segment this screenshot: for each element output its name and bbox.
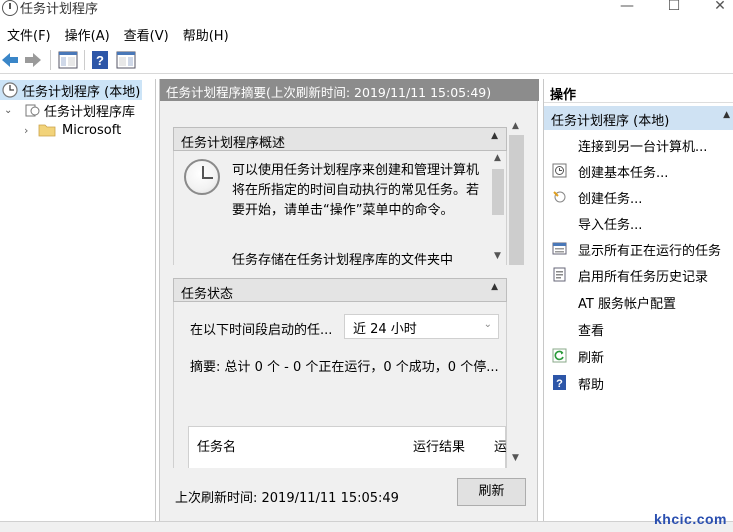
action-label: 创建任务... — [578, 192, 643, 207]
actions-group-header[interactable]: 任务计划程序 (本地) ▲ — [544, 106, 733, 130]
console-tree: 任务计划程序 (本地) ⌄ 任务计划程序库 › Microsoft — [0, 79, 156, 521]
overview-text: 可以使用任务计划程序来创建和管理计算机将在所指定的时间自动执行的常见任务。若要开… — [232, 163, 480, 218]
actions-title: 操作 — [544, 81, 733, 103]
scrollbar-thumb[interactable] — [492, 169, 504, 215]
library-icon — [25, 104, 40, 117]
forward-arrow-icon[interactable] — [23, 50, 43, 70]
svg-text:?: ? — [96, 53, 104, 68]
actions-pane: 操作 任务计划程序 (本地) ▲ 连接到另一台计算机... 创建基本任务... … — [543, 79, 733, 521]
tree-item-label: Microsoft — [62, 122, 122, 138]
summary-header: 任务计划程序摘要(上次刷新时间: 2019/11/11 15:05:49) — [160, 79, 539, 101]
chevron-down-icon[interactable]: ⌄ — [484, 319, 492, 330]
scroll-down-icon[interactable]: ▼ — [494, 251, 501, 261]
action-label: AT 服务帐户配置 — [578, 297, 676, 312]
clock-icon — [184, 159, 220, 195]
history-icon — [553, 267, 566, 282]
clock-icon — [2, 82, 18, 98]
status-section-header[interactable]: 任务状态 ▲ — [173, 278, 507, 302]
menu-action[interactable]: 操作(A) — [58, 22, 117, 44]
action-label: 帮助 — [578, 378, 605, 393]
overview-section-title: 任务计划程序概述 — [181, 136, 286, 151]
tree-item-task-scheduler-local[interactable]: 任务计划程序 (本地) — [0, 80, 142, 100]
watermark: khcic.com — [654, 511, 727, 527]
action-label: 导入任务... — [578, 218, 643, 233]
tree-item-label: 任务计划程序 (本地) — [22, 84, 141, 100]
back-arrow-icon[interactable] — [0, 50, 20, 70]
action-refresh[interactable]: 刷新 — [544, 345, 733, 367]
period-select[interactable]: 近 24 小时 ⌄ — [344, 314, 499, 339]
chevron-down-icon[interactable]: ⌄ — [4, 105, 18, 116]
status-summary: 摘要: 总计 0 个 - 0 个正在运行，0 个成功，0 个停... — [190, 360, 499, 375]
action-label: 连接到另一台计算机... — [578, 140, 708, 155]
summary-scrollbar[interactable]: ▲ ▼ — [508, 119, 525, 469]
window-title: 任务计划程序 — [20, 2, 99, 17]
action-enable-history[interactable]: 启用所有任务历史记录 — [544, 264, 733, 286]
running-tasks-icon — [552, 242, 567, 255]
menu-bar: 文件(F) 操作(A) 查看(V) 帮助(H) — [0, 22, 733, 44]
help-icon[interactable]: ? — [90, 50, 110, 70]
status-period-label: 在以下时间段启动的任... — [190, 323, 333, 338]
menu-help[interactable]: 帮助(H) — [176, 22, 236, 44]
close-button[interactable]: ✕ — [705, 0, 733, 16]
scroll-up-icon[interactable]: ▲ — [512, 121, 519, 131]
action-label: 显示所有正在运行的任务 — [578, 244, 722, 259]
scrollbar-thumb[interactable] — [509, 135, 524, 265]
scroll-down-icon[interactable]: ▼ — [512, 453, 519, 463]
task-scheduler-clock-icon — [2, 0, 18, 16]
status-section-title: 任务状态 — [181, 287, 234, 302]
title-bar: 任务计划程序 — ☐ ✕ — [0, 0, 733, 20]
basic-task-icon — [552, 163, 567, 178]
maximize-button[interactable]: ☐ — [659, 0, 689, 16]
overview-text-more: 任务存储在任务计划程序库的文件夹中 — [232, 253, 454, 265]
svg-text:?: ? — [556, 378, 563, 390]
action-connect-computer[interactable]: 连接到另一台计算机... — [544, 134, 733, 156]
tree-item-task-library[interactable]: ⌄ 任务计划程序库 — [4, 100, 135, 120]
create-task-icon — [553, 191, 566, 203]
status-section-body: 在以下时间段启动的任... 近 24 小时 ⌄ 摘要: 总计 0 个 - 0 个… — [173, 302, 507, 468]
collapse-arrow-icon[interactable]: ▲ — [723, 110, 730, 120]
action-create-basic-task[interactable]: 创建基本任务... — [544, 160, 733, 182]
overview-section-body: 可以使用任务计划程序来创建和管理计算机将在所指定的时间自动执行的常见任务。若要开… — [173, 151, 507, 265]
action-view[interactable]: 查看 — [544, 318, 733, 340]
last-refresh-time: 上次刷新时间: 2019/11/11 15:05:49 — [175, 491, 399, 506]
summary-pane: 任务计划程序摘要(上次刷新时间: 2019/11/11 15:05:49) 任务… — [159, 79, 539, 521]
scroll-up-icon[interactable]: ▲ — [494, 153, 501, 163]
minimize-button[interactable]: — — [612, 0, 642, 16]
menu-file[interactable]: 文件(F) — [0, 22, 58, 44]
action-at-service-config[interactable]: AT 服务帐户配置 — [544, 291, 733, 313]
period-select-value: 近 24 小时 — [353, 322, 417, 337]
folder-icon — [38, 124, 56, 137]
action-label: 创建基本任务... — [578, 166, 669, 181]
collapse-arrow-icon[interactable]: ▲ — [491, 282, 498, 292]
action-import-task[interactable]: 导入任务... — [544, 212, 733, 234]
task-status-table[interactable]: 任务名 运行结果 运 — [188, 426, 506, 468]
chevron-right-icon[interactable]: › — [24, 124, 38, 137]
overview-scrollbar[interactable]: ▲ ▼ — [490, 151, 506, 265]
toolbar-separator — [84, 50, 85, 70]
help-icon: ? — [553, 375, 566, 390]
refresh-button[interactable]: 刷新 — [457, 478, 526, 506]
column-header-run-result[interactable]: 运行结果 — [413, 436, 465, 455]
column-header-run[interactable]: 运 — [494, 436, 506, 455]
menu-view[interactable]: 查看(V) — [117, 22, 176, 44]
action-label: 查看 — [578, 324, 605, 339]
action-create-task[interactable]: 创建任务... — [544, 186, 733, 208]
show-hide-action-pane-icon[interactable] — [116, 50, 136, 70]
collapse-arrow-icon[interactable]: ▲ — [491, 131, 498, 141]
action-help[interactable]: ? 帮助 — [544, 372, 733, 394]
refresh-icon — [552, 348, 567, 363]
action-label: 启用所有任务历史记录 — [578, 270, 709, 285]
toolbar: ? — [0, 46, 733, 74]
action-show-running-tasks[interactable]: 显示所有正在运行的任务 — [544, 238, 733, 260]
overview-section-header[interactable]: 任务计划程序概述 ▲ — [173, 127, 507, 151]
status-bar — [0, 521, 733, 532]
show-hide-console-tree-icon[interactable] — [58, 50, 78, 70]
action-label: 刷新 — [578, 351, 605, 366]
actions-group-title: 任务计划程序 (本地) — [551, 114, 670, 129]
summary-footer: 上次刷新时间: 2019/11/11 15:05:49 刷新 — [160, 477, 539, 521]
tree-item-microsoft[interactable]: › Microsoft — [24, 120, 121, 140]
toolbar-separator — [50, 50, 51, 70]
column-header-task-name[interactable]: 任务名 — [197, 436, 236, 455]
tree-item-label: 任务计划程序库 — [44, 104, 136, 120]
